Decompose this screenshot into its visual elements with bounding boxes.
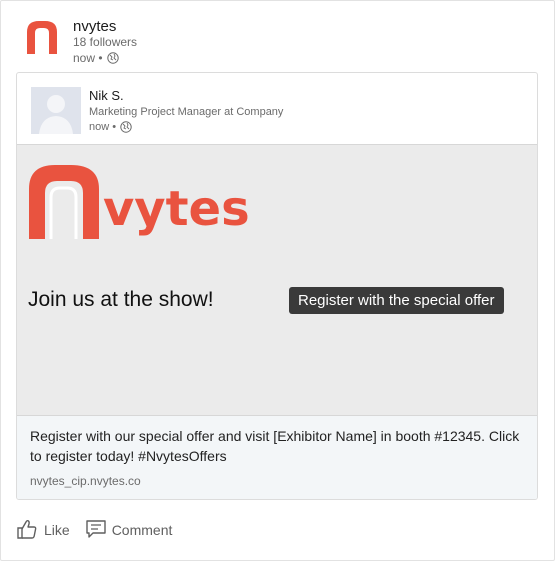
link-domain[interactable]: nvytes_cip.nvytes.co [30, 474, 141, 488]
register-button[interactable]: Register with the special offer [289, 287, 504, 314]
post-time: now • [73, 51, 119, 65]
follower-count: 18 followers [73, 35, 138, 49]
banner-tagline: Join us at the show! [28, 288, 214, 311]
logo-wordmark: vytes [103, 181, 250, 237]
feed-post-card: nvytes 18 followers now • Nik S. Marketi… [0, 0, 555, 561]
comment-icon [85, 519, 106, 541]
company-name[interactable]: nvytes [73, 18, 116, 35]
shared-post-header: Nik S. Marketing Project Manager at Comp… [17, 73, 537, 143]
like-label: Like [44, 522, 70, 538]
company-logo[interactable] [23, 18, 61, 56]
shared-post-time-text: now • [89, 121, 117, 133]
social-actions: Like Comment [16, 518, 172, 542]
nvytes-logo: vytes [27, 161, 257, 246]
promo-banner-image[interactable]: vytes Join us at the show! Register with… [17, 144, 537, 416]
thumbs-up-icon [16, 519, 38, 542]
shared-post-time: now • [89, 121, 132, 133]
avatar[interactable] [31, 87, 81, 134]
comment-button[interactable]: Comment [85, 519, 173, 541]
post-header: nvytes 18 followers now • [23, 18, 523, 66]
globe-icon [120, 121, 132, 133]
comment-label: Comment [111, 522, 173, 538]
link-preview[interactable]: Register with our special offer and visi… [17, 416, 537, 499]
globe-icon [106, 52, 119, 64]
shared-post[interactable]: Nik S. Marketing Project Manager at Comp… [16, 72, 538, 500]
post-time-text: now • [73, 51, 103, 65]
post-description: Register with our special offer and visi… [30, 428, 520, 464]
author-headline: Marketing Project Manager at Company [89, 106, 284, 118]
like-button[interactable]: Like [16, 519, 70, 542]
author-name[interactable]: Nik S. [89, 88, 124, 103]
